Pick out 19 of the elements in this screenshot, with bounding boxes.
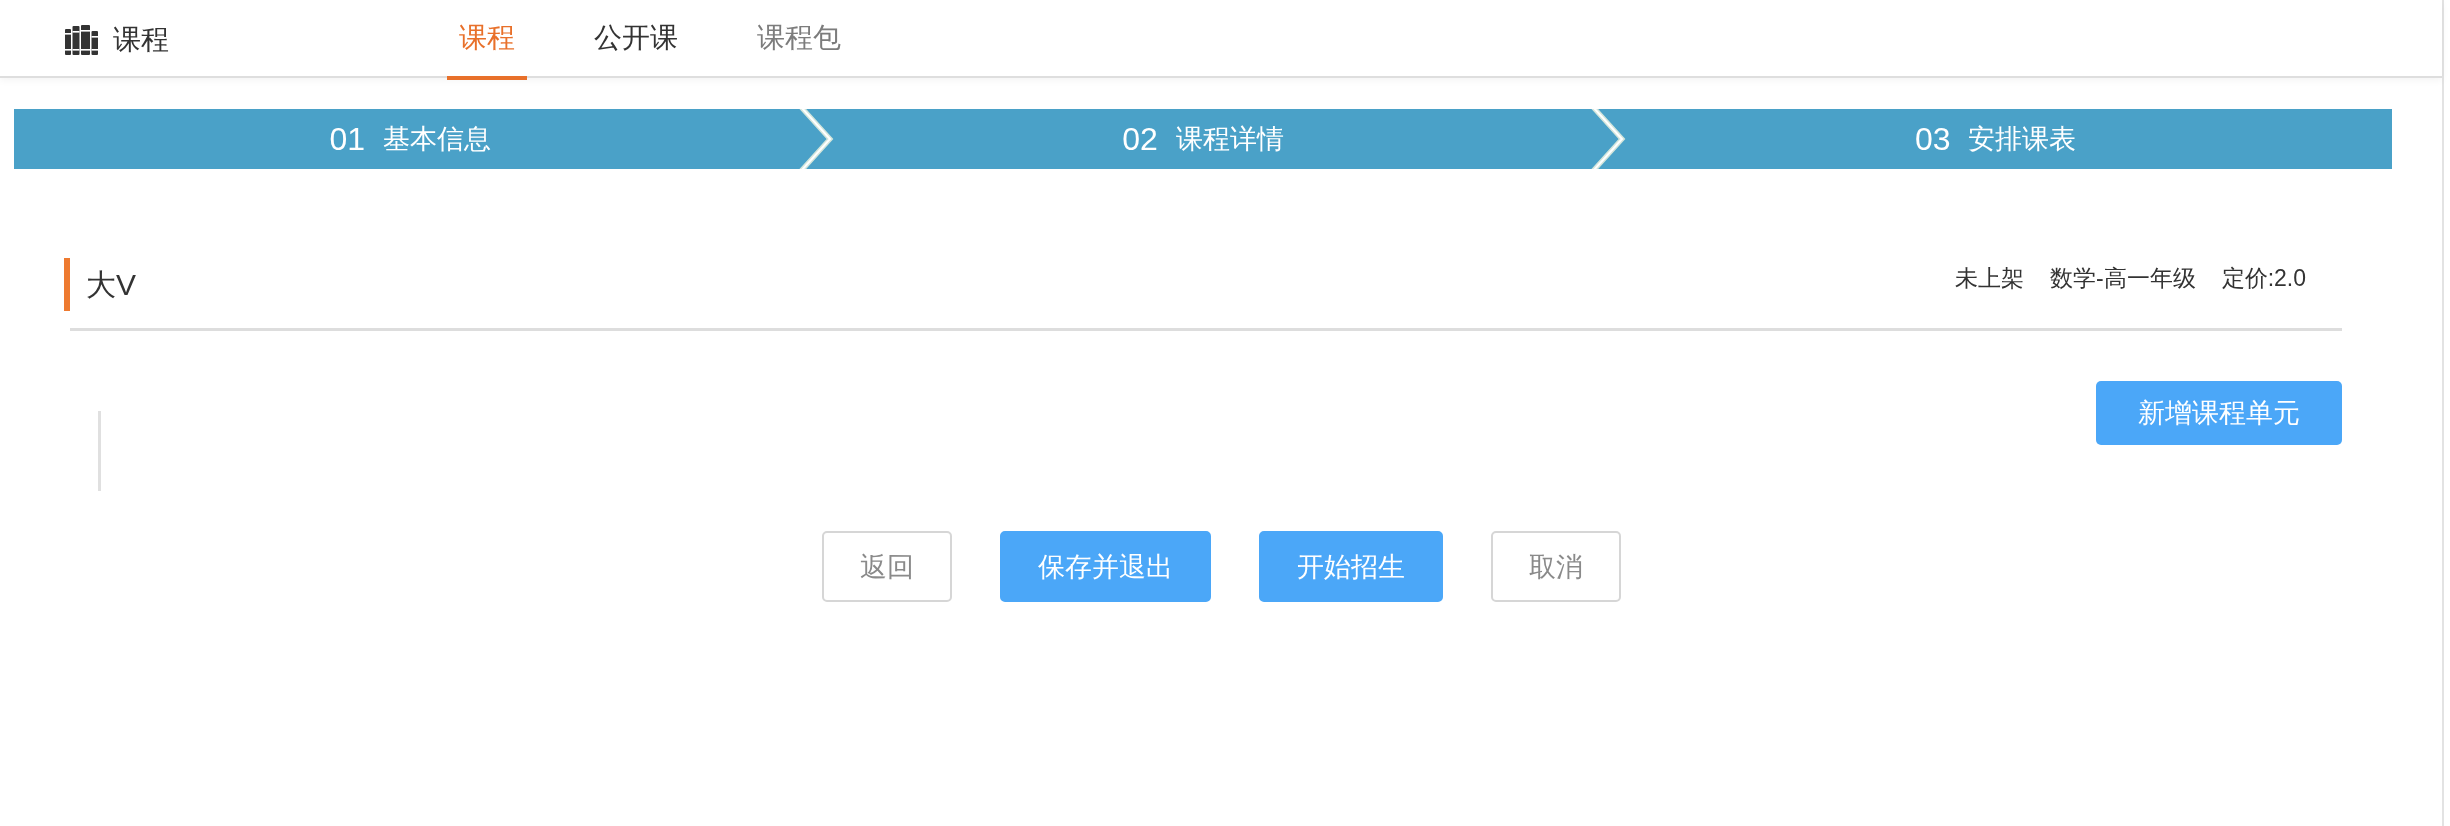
- start-enrollment-button[interactable]: 开始招生: [1258, 531, 1443, 602]
- step-label: 安排课表: [1968, 123, 2077, 156]
- price-text: 定价:2.0: [2221, 264, 2306, 293]
- course-title: 大V: [64, 258, 136, 311]
- nav-tab[interactable]: 课程: [447, 0, 527, 80]
- app-title: 课程: [113, 23, 169, 57]
- nav-tab[interactable]: 公开课: [582, 0, 690, 80]
- subject-text: 数学-高一年级: [2049, 264, 2196, 293]
- add-unit-button[interactable]: 新增课程单元: [2096, 381, 2342, 445]
- books-icon: [65, 25, 98, 55]
- step-number: 01: [329, 120, 366, 158]
- step-label: 基本信息: [383, 123, 492, 156]
- save-and-exit-button[interactable]: 保存并退出: [999, 531, 1211, 602]
- step-label: 课程详情: [1175, 123, 1284, 156]
- cancel-button[interactable]: 取消: [1490, 531, 1621, 602]
- step-number: 03: [1914, 120, 1951, 158]
- status-text: 未上架: [1954, 264, 2024, 293]
- back-button[interactable]: 返回: [821, 531, 952, 602]
- step-number: 02: [1122, 120, 1158, 158]
